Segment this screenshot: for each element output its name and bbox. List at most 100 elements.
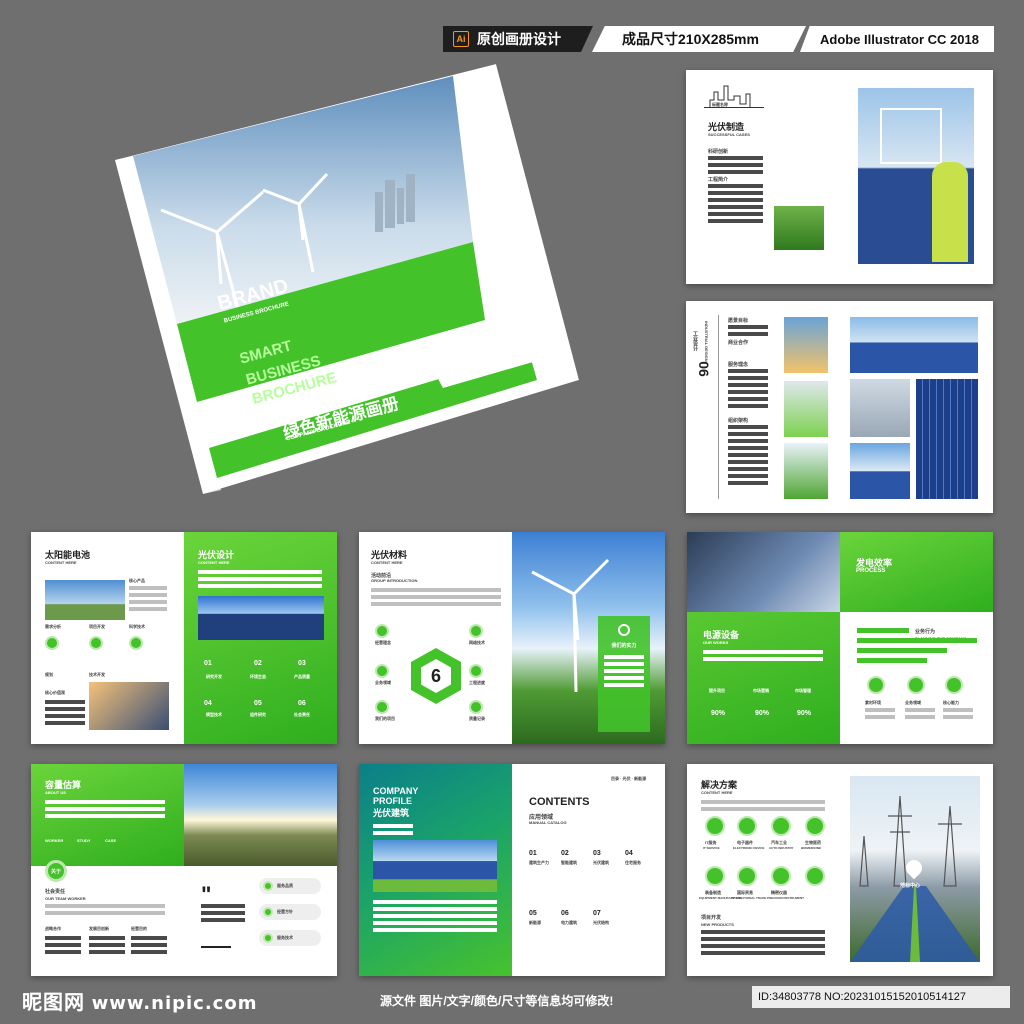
text-line: [373, 907, 497, 911]
text-line: [129, 593, 167, 597]
p7-num-6: 07: [593, 910, 601, 917]
text-line: [129, 586, 167, 590]
spread-solar-cells: 太阳能电池 CONTENT HERE 核心产品 需求分析 项目开发 科学技术 技…: [31, 532, 337, 744]
spread-pv-materials: 光伏材料 CONTENT HERE 活动前沿 GROUP INTRODUCTIO…: [359, 532, 665, 744]
text-line: [728, 404, 768, 408]
text-line: [45, 943, 81, 947]
text-line: [373, 921, 497, 925]
photo-solar-grass: [373, 840, 497, 892]
illustrator-icon: Ai: [453, 31, 469, 47]
logo-text: 昵图网: [22, 992, 85, 1014]
spread-power-efficiency: 电源设备 OUR WORKS 提升项目 市场营销 市场管理 90% 90% 90…: [687, 532, 993, 744]
p7-profile: PROFILE: [373, 796, 413, 806]
p4-h2s: GROUP INTRODUCTION: [371, 578, 418, 583]
green-page-left: 电源设备 OUR WORKS 提升项目 市场营销 市场管理 90% 90% 90…: [687, 532, 840, 744]
equipment-icon: [705, 866, 725, 886]
text-line: [865, 708, 895, 712]
text-line: [45, 800, 165, 804]
overlay-panel: 我们的实力: [598, 616, 650, 732]
p5-bar-title: 业务行为: [915, 629, 936, 635]
p1-tag: 标题名称: [712, 102, 728, 107]
text-line: [728, 332, 768, 336]
photo-engineer: [858, 88, 974, 264]
text-line: [728, 432, 768, 436]
editable-note: 源文件 图片/文字/颜色/尺寸等信息均可修改!: [380, 994, 614, 1008]
electronic-device-icon: [737, 816, 757, 836]
p6-h2s: OUR TEAM WORKER: [45, 896, 86, 901]
p2-vtitle: 工业设计: [692, 331, 698, 351]
p4-left-0: 经营理念: [375, 640, 391, 645]
p7-num-4: 05: [529, 910, 537, 917]
spread-solar-manufacturing: 标题名称 光伏制造 SUCCESSFUL CASES 科研创新 工程简介: [686, 70, 993, 284]
text-line: [45, 721, 85, 725]
auto-industry-icon: [771, 816, 791, 836]
text-line: [703, 650, 823, 654]
text-line: [371, 602, 501, 606]
p7-cn2s: MANUAL CATALOG: [529, 820, 567, 825]
text-line: [708, 170, 763, 174]
text-line: [129, 600, 167, 604]
photo-pylon-sunset: [784, 317, 828, 373]
stat-circle: [867, 676, 885, 694]
text-line: [131, 950, 167, 954]
text-line: [728, 397, 768, 401]
p2-h1: 愿景目标: [728, 318, 749, 324]
text-line: [708, 156, 763, 160]
text-line: [728, 425, 768, 429]
p7-num-0: 01: [529, 850, 537, 857]
p3-item-1: 项目开发: [89, 624, 105, 629]
text-line: [728, 460, 768, 464]
photo-city: [850, 379, 910, 437]
p3-label-2: 产品质量: [294, 674, 310, 679]
service-icon: [45, 636, 59, 650]
progress-bar: [857, 648, 947, 653]
text-line: [89, 936, 125, 940]
p6-tab-1: STUDY: [77, 838, 91, 843]
p7-cn: 光伏建筑: [373, 808, 410, 818]
text-line: [604, 683, 644, 687]
p3-item-2: 科学技术: [129, 624, 145, 629]
p4-right-1: 工程进度: [469, 680, 485, 685]
photo-solar-array: [198, 596, 324, 640]
p3-num-4: 05: [254, 700, 262, 707]
p8-new: 项目开发: [701, 915, 722, 921]
text-line: [89, 950, 125, 954]
p7-num-3: 04: [625, 850, 633, 857]
instrument-icon: [771, 866, 791, 886]
tag-app: Adobe Illustrator CC 2018: [800, 26, 994, 52]
list-item: 服务技术: [259, 930, 321, 946]
p5-h2s: OUR WORKS: [703, 640, 729, 645]
photo-worker-panel: [687, 532, 840, 612]
text-line: [131, 943, 167, 947]
p3-num-0: 01: [204, 660, 212, 667]
p2-num: 06: [695, 361, 712, 377]
text-line: [371, 588, 501, 592]
text-line: [45, 714, 85, 718]
photo-solar-wind: [850, 317, 978, 373]
feature-icon: [375, 624, 389, 638]
p5-circle-2: 核心能力: [943, 700, 959, 705]
p1-h2: 科研创新: [708, 149, 729, 155]
text-line: [198, 584, 322, 588]
green-page: 光伏设计 CONTENT HERE 01 02 03 研究开发 环境生态 产品质…: [184, 532, 337, 744]
it-service-icon: [705, 816, 725, 836]
p3-tech: 技术开发: [89, 672, 105, 677]
site-url[interactable]: www.nipic.com: [92, 993, 258, 1014]
p8-icon2s-2: PRECISION INSTRUMENT: [767, 896, 805, 900]
hexagon-badge: 6: [411, 648, 461, 704]
p3-num-1: 02: [254, 660, 262, 667]
teal-page: COMPANY PROFILE 光伏建筑: [359, 764, 512, 976]
p1-sub: SUCCESSFUL CASES: [708, 132, 750, 137]
biomedicine-icon: [805, 816, 825, 836]
text-line: [45, 700, 85, 704]
photo-solar-panels: [916, 379, 978, 499]
p5-sub: PROCESS: [856, 568, 886, 574]
p3-right-sub: CONTENT HERE: [198, 560, 230, 565]
photo-wind-farm: [45, 580, 125, 620]
text-line: [701, 930, 825, 934]
text-line: [373, 831, 413, 835]
p8-icon1s-1: ELECTRONIC DEVICE: [733, 846, 765, 850]
text-line: [89, 943, 125, 947]
p4-right-2: 质量记录: [469, 716, 485, 721]
p6-col-0: 战略合作: [45, 926, 61, 931]
